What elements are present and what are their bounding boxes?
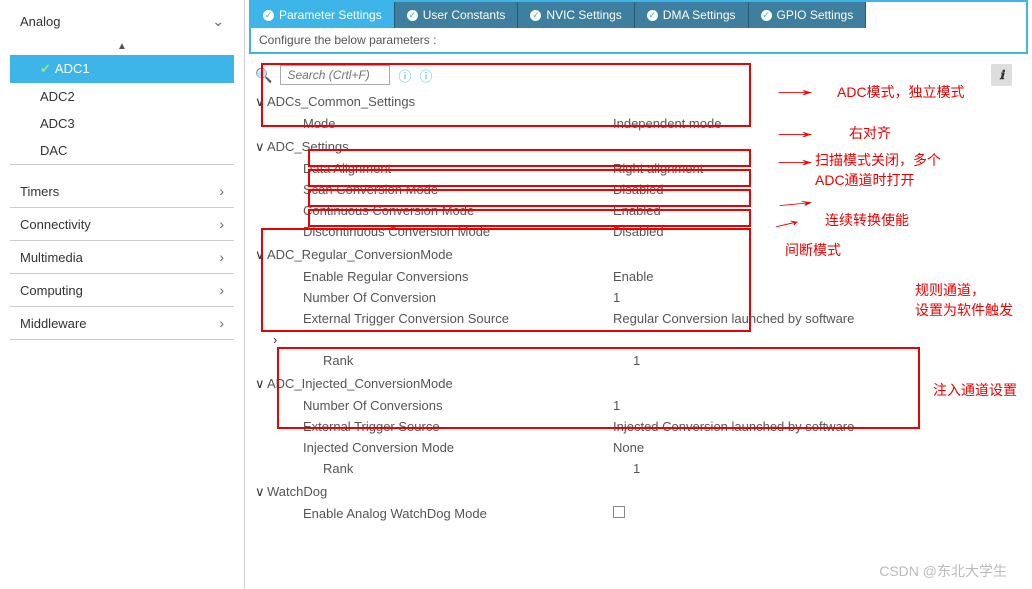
chevron-right-icon: › xyxy=(219,282,224,298)
tree-regular-conv[interactable]: ∨ADC_Regular_ConversionMode xyxy=(255,244,1022,266)
check-circle-icon: ✓ xyxy=(407,10,418,21)
parameter-tree: ∨ADCs_Common_Settings ModeIndependent mo… xyxy=(255,91,1022,524)
param-enable-regular[interactable]: Enable Regular ConversionsEnable xyxy=(273,266,1022,287)
prev-match-icon[interactable]: ⓘ xyxy=(398,66,411,85)
tab-gpio-settings[interactable]: ✓GPIO Settings xyxy=(749,2,867,28)
chevron-right-icon: › xyxy=(219,249,224,265)
sidebar-item-adc3[interactable]: ADC3 xyxy=(10,110,234,137)
chevron-right-icon: › xyxy=(219,216,224,232)
nav-section-timers[interactable]: Timers› xyxy=(10,175,234,207)
next-match-icon[interactable]: ⓘ xyxy=(419,66,432,85)
nav-section-computing[interactable]: Computing› xyxy=(10,274,234,306)
param-num-conv[interactable]: Number Of Conversion1 xyxy=(273,287,1022,308)
chevron-down-icon: ⌄ xyxy=(212,13,224,30)
param-discontinuous-mode[interactable]: Discontinuous Conversion ModeDisabled xyxy=(273,221,1022,242)
sidebar: Analog ⌄ ▲ ✔ADC1 ADC2 ADC3 DAC Timers› C… xyxy=(0,0,245,589)
tab-dma-settings[interactable]: ✓DMA Settings xyxy=(635,2,749,28)
nav-section-analog[interactable]: Analog ⌄ xyxy=(10,5,234,38)
expand-icon: › xyxy=(273,332,285,347)
watermark: CSDN @东北大学生 xyxy=(879,561,1007,581)
nav-section-connectivity[interactable]: Connectivity› xyxy=(10,208,234,240)
config-hint: Configure the below parameters : xyxy=(249,28,1028,54)
param-inj-num-conv[interactable]: Number Of Conversions1 xyxy=(273,395,1022,416)
param-continuous-mode[interactable]: Continuous Conversion ModeEnabled xyxy=(273,200,1022,221)
param-mode[interactable]: ModeIndependent mode xyxy=(273,113,1022,134)
param-inj-ext-trigger[interactable]: External Trigger SourceInjected Conversi… xyxy=(273,416,1022,437)
tab-user-constants[interactable]: ✓User Constants xyxy=(395,2,519,28)
check-circle-icon: ✓ xyxy=(647,10,658,21)
tree-rank[interactable]: › xyxy=(273,329,1022,350)
tree-adc-settings[interactable]: ∨ADC_Settings xyxy=(255,136,1022,158)
nav-section-multimedia[interactable]: Multimedia› xyxy=(10,241,234,273)
collapse-icon: ∨ xyxy=(255,94,267,110)
tree-common-settings[interactable]: ∨ADCs_Common_Settings xyxy=(255,91,1022,113)
collapse-icon: ∨ xyxy=(255,247,267,263)
param-ext-trigger[interactable]: External Trigger Conversion SourceRegula… xyxy=(273,308,1022,329)
chevron-right-icon: › xyxy=(219,315,224,331)
collapse-arrow-icon[interactable]: ▲ xyxy=(10,38,234,55)
param-data-alignment[interactable]: Data AlignmentRight alignment xyxy=(273,158,1022,179)
chevron-right-icon: › xyxy=(219,183,224,199)
search-icon[interactable]: 🔍 xyxy=(255,67,272,84)
check-circle-icon: ✓ xyxy=(761,10,772,21)
sidebar-item-dac[interactable]: DAC xyxy=(10,137,234,164)
param-scan-mode[interactable]: Scan Conversion ModeDisabled xyxy=(273,179,1022,200)
tree-injected-conv[interactable]: ∨ADC_Injected_ConversionMode xyxy=(255,373,1022,395)
checkbox-icon[interactable] xyxy=(613,506,625,518)
nav-label: Analog xyxy=(20,14,60,29)
check-circle-icon: ✓ xyxy=(530,10,541,21)
check-icon: ✔ xyxy=(40,61,51,76)
sidebar-item-adc1[interactable]: ✔ADC1 xyxy=(10,55,234,83)
param-enable-watchdog[interactable]: Enable Analog WatchDog Mode xyxy=(273,503,1022,524)
tree-watchdog[interactable]: ∨WatchDog xyxy=(255,481,1022,503)
tab-bar: ✓Parameter Settings ✓User Constants ✓NVI… xyxy=(249,0,1028,28)
nav-section-middleware[interactable]: Middleware› xyxy=(10,307,234,339)
param-inj-mode[interactable]: Injected Conversion ModeNone xyxy=(273,437,1022,458)
param-inj-rank[interactable]: Rank1 xyxy=(273,458,1022,479)
tab-parameter-settings[interactable]: ✓Parameter Settings xyxy=(251,2,395,28)
search-input[interactable] xyxy=(280,65,390,85)
collapse-icon: ∨ xyxy=(255,484,267,500)
tab-nvic-settings[interactable]: ✓NVIC Settings xyxy=(518,2,634,28)
param-rank[interactable]: Rank1 xyxy=(273,350,1022,371)
collapse-icon: ∨ xyxy=(255,139,267,155)
collapse-icon: ∨ xyxy=(255,376,267,392)
sidebar-item-adc2[interactable]: ADC2 xyxy=(10,83,234,110)
info-icon[interactable]: ℹ xyxy=(991,64,1012,86)
check-circle-icon: ✓ xyxy=(263,10,274,21)
